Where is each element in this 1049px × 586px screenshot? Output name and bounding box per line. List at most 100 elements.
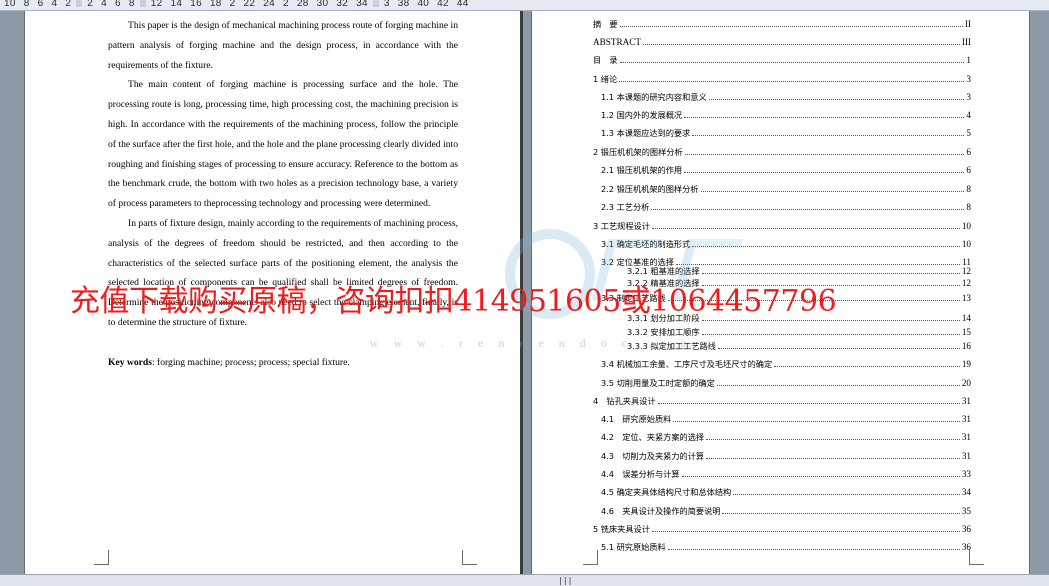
keywords-text: : forging machine; process; process; spe… <box>151 356 350 368</box>
ruler-margin-marker[interactable] <box>372 0 379 8</box>
toc-entry-page: II <box>964 19 971 29</box>
ruler-tick-label: 34 <box>356 0 368 9</box>
toc-entry-label: 1.1 本课题的研究内容和意义 <box>601 92 707 102</box>
toc-entry[interactable]: 4.4 误差分析与计算 33 <box>593 468 971 480</box>
toc-entry-page: 12 <box>961 266 971 276</box>
toc-entry[interactable]: ABSTRACT III <box>593 36 971 48</box>
toc-leader-dots <box>717 348 960 349</box>
document-workspace[interactable]: This paper is the design of mechanical m… <box>0 11 1049 574</box>
toc-entry[interactable]: 4.3 切削力及夹紧力的计算 31 <box>593 450 971 462</box>
ruler-margin-marker[interactable] <box>139 0 146 8</box>
ruler-tick-label: 2 <box>65 0 72 9</box>
toc-entry[interactable]: 5 铣床夹具设计 36 <box>593 523 971 535</box>
toc-entry-label: 摘 要 <box>593 19 618 29</box>
toc-entry-page: 5 <box>966 128 971 138</box>
toc-leader-dots <box>651 228 960 229</box>
toc-entry-label: 4.1 研究原始质料 <box>601 414 672 424</box>
toc-entry-label: ABSTRACT <box>593 37 641 47</box>
toc-entry[interactable]: 3 工艺规程设计 10 <box>593 220 971 232</box>
toc-entry-page: 1 <box>966 55 971 65</box>
ruler-tick-label: 8 <box>128 0 135 9</box>
toc-entry[interactable]: 1.2 国内外的发展概况 4 <box>593 109 971 121</box>
toc-entry-page: 16 <box>961 341 971 351</box>
ruler-margin-marker[interactable] <box>76 0 83 8</box>
toc-entry[interactable]: 1.3 本课题应达到的要求 5 <box>593 127 971 139</box>
toc-entry-page: 19 <box>961 359 971 369</box>
toc-leader-dots <box>619 62 965 63</box>
toc-entry[interactable]: 1 绪论 3 <box>593 73 971 85</box>
toc-entry[interactable]: 4.2 定位、夹紧方案的选择 31 <box>593 431 971 443</box>
toc-entry[interactable]: 4.6 夹具设计及操作的简要说明 35 <box>593 505 971 517</box>
toc-leader-dots <box>733 494 960 495</box>
toc-leader-dots <box>708 99 965 100</box>
toc-entry-page: 13 <box>961 293 971 303</box>
toc-entry-label: 1.2 国内外的发展概况 <box>601 110 683 120</box>
toc-entry-label: 4.6 夹具设计及操作的简要说明 <box>601 506 721 516</box>
toc-entry-page: 8 <box>966 202 971 212</box>
ruler-tick-label: 42 <box>437 0 449 9</box>
toc-leader-dots <box>657 403 960 404</box>
toc-entry-page: 12 <box>961 278 971 288</box>
crop-mark-bottom-left <box>94 550 109 565</box>
toc-entry-page: 20 <box>961 378 971 388</box>
toc-entry-label: 4.3 切削力及夹紧力的计算 <box>601 451 705 461</box>
ruler-tick-label: 4 <box>101 0 107 9</box>
scroll-thumb-grip-icon[interactable]: ||| <box>558 577 572 585</box>
toc-entry-label: 目 录 <box>593 55 618 65</box>
toc-entry[interactable]: 4.5 确定夹具体结构尺寸和总体结构 34 <box>593 486 971 498</box>
toc-entry[interactable]: 2.1 锻压机机架的作用 6 <box>593 164 971 176</box>
toc-entry-page: 6 <box>966 147 971 157</box>
ruler-tick-label: 16 <box>190 0 202 9</box>
toc-entry[interactable]: 2.3 工艺分析 8 <box>593 201 971 213</box>
toc-leader-dots <box>667 549 960 550</box>
toc-leader-dots <box>692 135 965 136</box>
ruler-tick-label: 38 <box>397 0 410 9</box>
crop-mark-bottom-right <box>969 550 984 565</box>
toc-entry-page: 34 <box>961 487 971 497</box>
toc-entry[interactable]: 摘 要 II <box>593 18 971 30</box>
toc-entry-label: 3.5 切削用量及工时定额的确定 <box>601 378 715 388</box>
ruler-tick-label: 3 <box>383 0 390 9</box>
toc-entry-page: 35 <box>961 506 971 516</box>
ruler-tick-label: 18 <box>209 0 222 9</box>
keywords-label: Key words <box>108 356 152 368</box>
toc-entry[interactable]: 目 录 1 <box>593 54 971 66</box>
toc-leader-dots <box>651 531 960 532</box>
toc-entry-label: 2 锻压机机架的图样分析 <box>593 147 683 157</box>
ruler-tick-label: 6 <box>37 0 44 9</box>
horizontal-scrollbar[interactable]: ||| <box>0 574 1049 586</box>
toc-entry-page: 4 <box>966 110 971 120</box>
toc-entry-label: 4.5 确定夹具体结构尺寸和总体结构 <box>601 487 732 497</box>
toc-entry-page: 10 <box>961 221 971 231</box>
toc-entry[interactable]: 1.1 本课题的研究内容和意义 3 <box>593 91 971 103</box>
ruler-tick-label: 4 <box>51 0 58 9</box>
toc-entry[interactable]: 3.5 切削用量及工时定额的确定 20 <box>593 377 971 389</box>
ruler-tick-label: 32 <box>336 0 349 9</box>
toc-leader-dots <box>774 366 960 367</box>
keywords-line: Key words: forging machine; process; pro… <box>108 353 458 373</box>
toc-entry[interactable]: 2 锻压机机架的图样分析 6 <box>593 146 971 158</box>
ruler-tick-label: 14 <box>170 0 183 9</box>
toc-entry-label: 4 钻孔夹具设计 <box>593 396 656 406</box>
ruler-tick-label: 6 <box>114 0 121 9</box>
toc-leader-dots <box>684 172 965 173</box>
toc-entry[interactable]: 4.1 研究原始质料 31 <box>593 413 971 425</box>
ruler-tick-label: 40 <box>417 0 430 9</box>
ruler-tick-label: 2 <box>229 0 236 9</box>
toc-leader-dots <box>706 439 960 440</box>
toc-entry-page: 14 <box>961 313 971 323</box>
toc-leader-dots <box>701 334 960 335</box>
toc-entry[interactable]: 4 钻孔夹具设计 31 <box>593 395 971 407</box>
toc-entry-label: 3.4 机械加工余量、工序尺寸及毛坯尺寸的确定 <box>601 359 773 369</box>
toc-entry[interactable]: 3.4 机械加工余量、工序尺寸及毛坯尺寸的确定 19 <box>593 358 971 370</box>
horizontal-ruler[interactable]: 10 8 6 4 2 2 4 6 8 12 14 16 18 2 22 24 2 28 30 32 34 3 38 40 42 4… <box>0 0 1049 11</box>
ruler-tick-label: 24 <box>263 0 276 9</box>
toc-entry-page: 33 <box>961 469 971 479</box>
toc-entry-label: 5.1 研究原始质料 <box>601 542 666 552</box>
toc-entry[interactable]: 5.1 研究原始质料 36 <box>593 541 971 553</box>
toc-entry[interactable]: 2.2 锻压机机架的图样分析 8 <box>593 183 971 195</box>
ruler-scale: 10 8 6 4 2 2 4 6 8 12 14 16 18 2 22 24 2 28 30 32 34 3 38 40 42 4… <box>0 0 473 9</box>
ruler-tick-label: 12 <box>150 0 163 9</box>
toc-leader-dots <box>684 154 965 155</box>
watermark-overlay-text: 充值下载购买原稿，咨询扣扣414951605或1064457796 <box>70 284 837 319</box>
